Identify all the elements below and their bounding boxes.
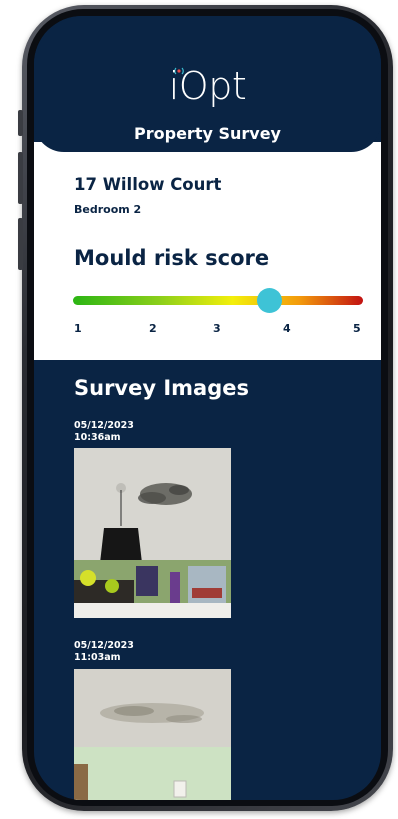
risk-score-title: Mould risk score	[74, 246, 270, 270]
room-label: Bedroom 2	[74, 203, 142, 216]
mould-ceiling-photo	[74, 448, 231, 618]
volume-up-button	[18, 152, 23, 204]
page-title: Property Survey	[134, 124, 281, 143]
survey-images-title: Survey Images	[74, 376, 250, 400]
risk-score-indicator[interactable]	[256, 288, 282, 313]
mould-wall-photo	[74, 669, 231, 800]
risk-tick-label: 2	[149, 322, 157, 335]
risk-tick-label: 5	[353, 322, 361, 335]
app-screen: iOpt Property Survey 17 Willow Court Bed…	[34, 16, 381, 800]
risk-tick-label: 1	[74, 322, 82, 335]
survey-photo[interactable]	[74, 448, 231, 618]
property-address: 17 Willow Court	[74, 175, 222, 194]
image-date: 05/12/2023	[74, 420, 134, 431]
image-timestamp: 05/12/2023 11:03am	[74, 640, 134, 664]
survey-photo[interactable]	[74, 669, 231, 800]
image-timestamp: 05/12/2023 10:36am	[74, 420, 134, 444]
image-time: 11:03am	[74, 652, 121, 663]
app-logo: iOpt	[168, 64, 247, 108]
risk-score-bar	[73, 296, 363, 305]
app-header: iOpt Property Survey	[34, 16, 381, 152]
volume-down-button	[18, 218, 23, 270]
risk-tick-label: 3	[213, 322, 221, 335]
action-button	[18, 110, 23, 136]
risk-tick-label: 4	[283, 322, 291, 335]
image-date: 05/12/2023	[74, 640, 134, 651]
image-time: 10:36am	[74, 432, 121, 443]
